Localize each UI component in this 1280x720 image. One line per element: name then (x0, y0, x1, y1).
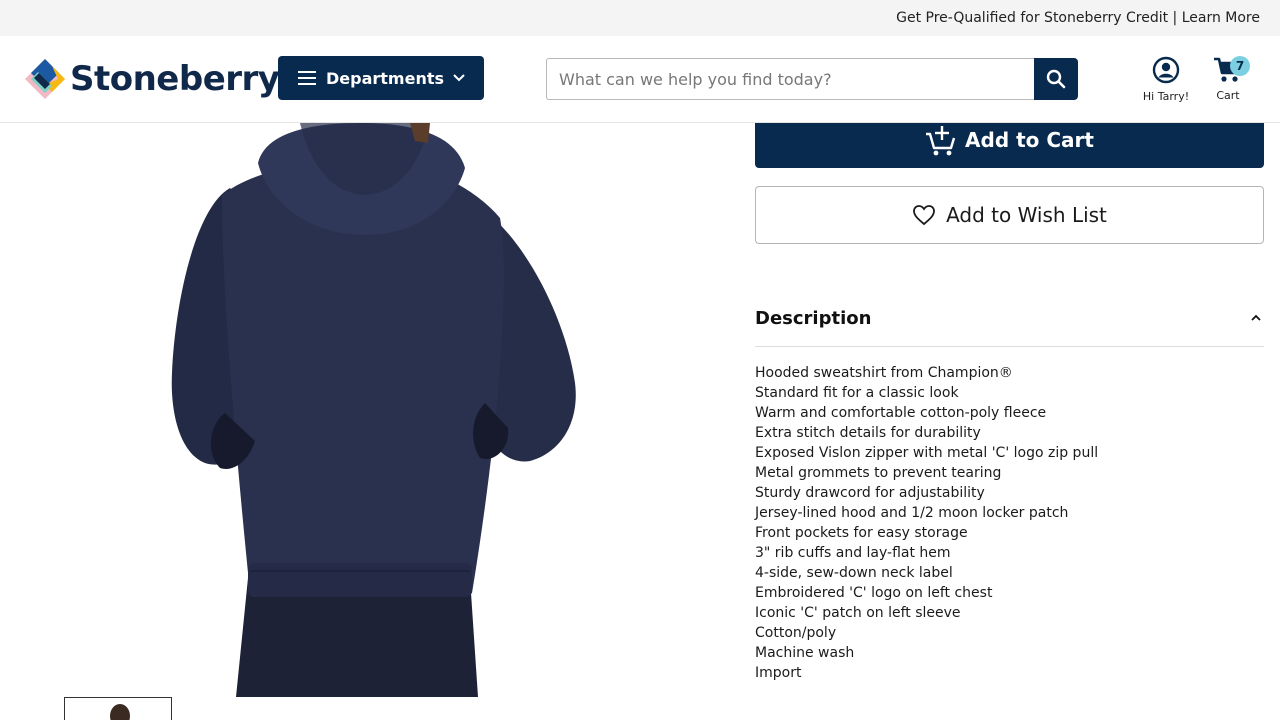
search-input[interactable] (546, 58, 1034, 100)
departments-button[interactable]: Departments (278, 56, 484, 100)
description-item: Warm and comfortable cotton-poly fleece (755, 405, 1047, 421)
chevron-down-icon (453, 74, 465, 82)
product-thumbnail[interactable] (64, 697, 172, 720)
description-title: Description (755, 307, 872, 329)
description-item: Cotton/poly (755, 625, 837, 641)
description-item: Import (755, 665, 802, 681)
logo-text: Stoneberry (70, 59, 280, 99)
stoneberry-logo[interactable]: Stoneberry (24, 58, 280, 100)
logo-mark-icon (25, 59, 65, 99)
promo-bar: Get Pre-Qualified for Stoneberry Credit … (0, 0, 1280, 36)
cart-link[interactable]: 7 Cart (1208, 56, 1250, 102)
departments-label: Departments (326, 68, 445, 88)
search-icon (1046, 69, 1066, 89)
description-item: Hooded sweatshirt from Champion® (755, 365, 1013, 381)
description-accordion-header[interactable]: Description (755, 290, 1264, 347)
description-item: Front pockets for easy storage (755, 525, 968, 541)
site-header: Stoneberry Departments Hi Tarry! (0, 36, 1280, 123)
search-bar (546, 58, 1078, 100)
search-button[interactable] (1034, 58, 1078, 100)
cart-count-badge: 7 (1230, 56, 1250, 76)
cart-label: Cart (1216, 89, 1240, 102)
description-item: Jersey-lined hood and 1/2 moon locker pa… (755, 505, 1069, 521)
description-item: Standard fit for a classic look (755, 385, 959, 401)
description-item: Iconic 'C' patch on left sleeve (755, 605, 961, 621)
description-list: Hooded sweatshirt from Champion® Standard… (755, 363, 1264, 683)
product-main-image[interactable] (0, 123, 740, 697)
heart-icon (913, 205, 935, 226)
description-item: Extra stitch details for durability (755, 425, 981, 441)
account-label: Hi Tarry! (1142, 90, 1190, 103)
account-link[interactable]: Hi Tarry! (1136, 56, 1196, 103)
account-icon (1152, 56, 1180, 84)
description-item: Machine wash (755, 645, 855, 661)
description-item: Exposed Vislon zipper with metal 'C' log… (755, 445, 1099, 461)
add-to-wishlist-button[interactable]: Add to Wish List (755, 186, 1264, 244)
hoodie-back-image (171, 123, 576, 697)
add-cart-icon (926, 126, 956, 156)
description-item: Embroidered 'C' logo on left chest (755, 585, 993, 601)
credit-promo-link[interactable]: Get Pre-Qualified for Stoneberry Credit … (896, 10, 1260, 26)
add-to-cart-label: Add to Cart (965, 128, 1094, 152)
menu-icon (298, 71, 316, 85)
wishlist-label: Add to Wish List (946, 203, 1107, 227)
chevron-up-icon (1251, 314, 1261, 321)
description-item: 3" rib cuffs and lay-flat hem (755, 545, 951, 561)
thumbnail-image (110, 704, 130, 720)
description-item: Sturdy drawcord for adjustability (755, 485, 985, 501)
description-item: Metal grommets to prevent tearing (755, 465, 1002, 481)
description-item: 4-side, sew-down neck label (755, 565, 953, 581)
